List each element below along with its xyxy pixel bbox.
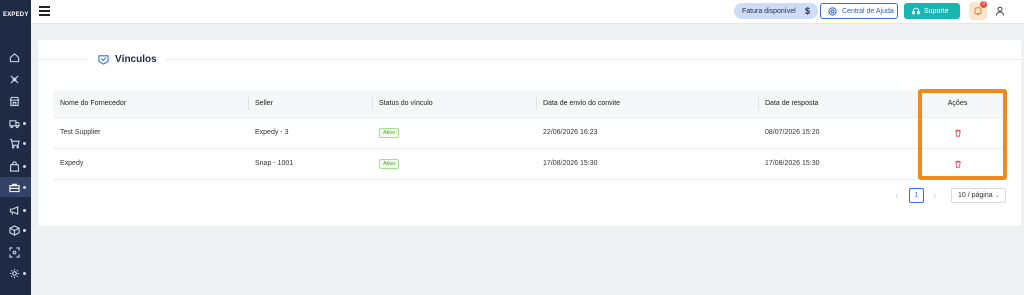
links-table: Nome do Fornecedor Seller Status do vínc… [53,90,1007,180]
notification-count-badge: 3 [980,1,987,8]
notifications-button[interactable]: 3 [969,1,987,20]
expand-indicator [23,185,26,189]
invoice-label: Fatura disponível [742,7,796,15]
help-center-label: Central de Ajuda [842,7,894,15]
sidebar-item-marketing[interactable] [0,200,31,220]
cell-response-date: 08/07/2026 15:20 [758,117,908,149]
cell-supplier: Expedy [53,148,248,180]
cell-seller: Expedy - 3 [248,117,372,149]
cell-invite-date: 17/08/2026 15:30 [536,148,758,180]
column-divider[interactable] [758,96,759,110]
settings-icon [9,268,20,278]
table-row: Expedy Snap - 1001 Ativo 17/08/2026 15:3… [53,148,1007,180]
sidebar-item-settings[interactable] [0,263,31,283]
briefcase-icon [9,183,20,192]
sidebar-item-cart[interactable] [0,133,31,153]
sidebar-item-home[interactable] [0,47,31,67]
column-divider[interactable] [536,96,537,110]
user-icon[interactable] [995,6,1005,16]
cell-status: Ativo [372,148,536,180]
help-icon [828,7,837,16]
sidebar-item-links[interactable] [0,177,31,197]
delete-icon[interactable] [954,160,962,168]
handshake-icon [98,54,109,65]
expand-indicator [23,141,26,145]
page-size-value: 10 / página [958,192,993,199]
column-divider[interactable] [248,96,249,110]
expand-indicator [23,208,26,212]
sidebar-item-store[interactable] [0,91,31,111]
delete-icon[interactable] [954,129,962,137]
cell-response-date: 17/08/2026 15:30 [758,148,908,180]
column-header-supplier[interactable]: Nome do Fornecedor [53,90,248,118]
brand-logo[interactable]: EXPEDY [3,12,29,18]
status-badge: Ativo [379,158,400,169]
expand-indicator [23,164,26,168]
expand-indicator [23,228,26,232]
cell-seller: Snap - 1001 [248,148,372,180]
previous-page-button[interactable]: ‹ [892,191,902,201]
sidebar-item-truck[interactable] [0,113,31,133]
invoice-available-button[interactable]: Fatura disponível $ [734,3,818,19]
column-header-status[interactable]: Status do vínculo [372,90,536,118]
bag-icon [9,160,20,172]
title-divider-right [166,59,1021,60]
truck-icon [9,119,20,128]
column-header-response-date[interactable]: Data de resposta [758,90,908,118]
top-bar: Fatura disponível $ Central de Ajuda Sup… [31,0,1024,24]
next-page-button[interactable]: › [930,191,940,201]
page-title-text: Vínculos [115,53,157,65]
page-size-select[interactable]: 10 / página ⌄ [951,188,1006,203]
cell-actions [908,148,1007,180]
tools-icon [10,74,19,84]
support-label: Suporte [924,7,949,15]
headset-icon [912,7,920,15]
store-icon [9,96,20,106]
home-icon [9,52,20,62]
page-1-button[interactable]: 1 [909,188,924,203]
scan-icon [9,246,20,258]
sidebar-item-tools[interactable] [0,69,31,89]
cell-supplier: Test Supplier [53,117,248,149]
expand-indicator [23,271,26,275]
sidebar-item-scan[interactable] [0,242,31,262]
sidebar: EXPEDY [0,0,31,295]
title-divider-left [38,59,88,60]
dollar-icon: $ [804,6,810,16]
table-row: Test Supplier Expedy - 3 Ativo 22/06/202… [53,117,1007,149]
help-center-button[interactable]: Central de Ajuda [820,3,898,19]
menu-icon[interactable] [39,6,50,16]
cart-icon [9,138,20,148]
cell-status: Ativo [372,117,536,149]
chevron-down-icon: ⌄ [994,192,1000,199]
column-header-invite-date[interactable]: Data de envio do convite [536,90,758,118]
support-button[interactable]: Suporte [904,3,960,19]
column-header-actions: Ações [908,90,1007,118]
column-divider[interactable] [372,96,373,110]
sidebar-item-products[interactable] [0,220,31,240]
status-badge: Ativo [379,127,400,138]
sidebar-item-bag[interactable] [0,156,31,176]
table-header-row: Nome do Fornecedor Seller Status do vínc… [53,90,1007,118]
column-header-seller[interactable]: Seller [248,90,372,118]
cell-invite-date: 22/06/2026 16:23 [536,117,758,149]
page-title: Vínculos [98,52,157,66]
expand-indicator [23,121,26,125]
box-icon [9,224,20,236]
cell-actions [908,117,1007,149]
megaphone-icon [9,205,19,215]
